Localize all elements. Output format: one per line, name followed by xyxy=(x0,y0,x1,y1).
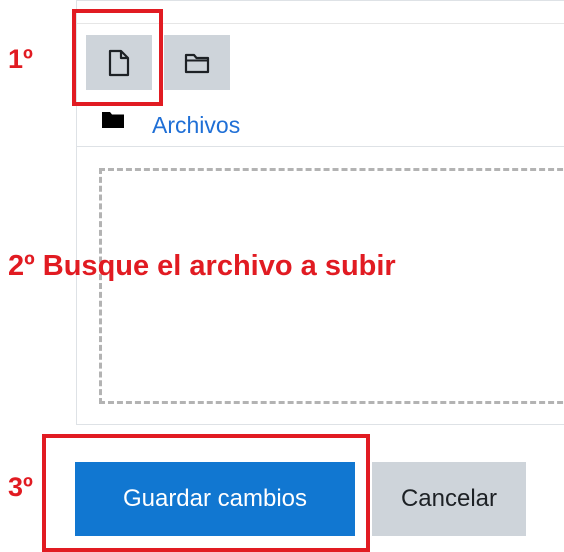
stage: Archivos Guardar cambios Cancelar 1º 2º … xyxy=(0,0,564,552)
file-icon xyxy=(107,49,131,77)
folder-outline-icon xyxy=(184,52,210,74)
breadcrumb-archivos-link[interactable]: Archivos xyxy=(152,110,240,140)
annotation-step1-label: 1º xyxy=(8,44,33,74)
divider xyxy=(77,23,564,24)
annotation-step2-label: 2º Busque el archivo a subir xyxy=(8,250,396,282)
file-dropzone[interactable] xyxy=(99,168,564,404)
folder-filled-icon xyxy=(102,111,124,133)
divider xyxy=(77,146,564,147)
add-file-button[interactable] xyxy=(86,35,152,90)
annotation-step3-label: 3º xyxy=(8,472,33,502)
create-folder-button[interactable] xyxy=(164,35,230,90)
cancel-button[interactable]: Cancelar xyxy=(372,462,526,536)
save-changes-button[interactable]: Guardar cambios xyxy=(75,462,355,536)
